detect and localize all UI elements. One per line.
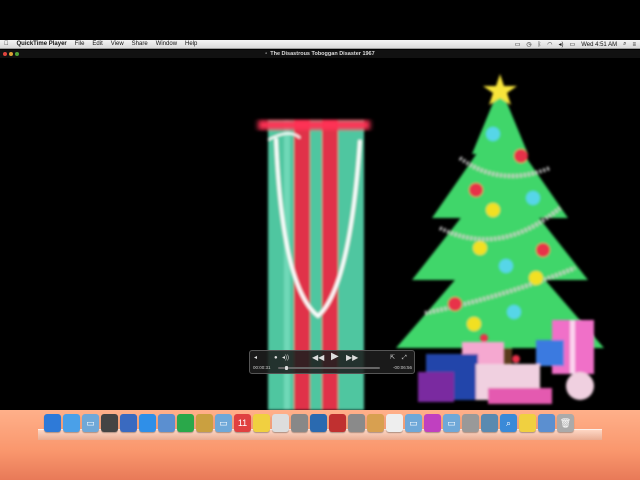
menu-edit[interactable]: Edit [92, 41, 102, 47]
time-machine-icon[interactable]: ◷ [526, 41, 531, 48]
document-icon[interactable] [386, 414, 403, 432]
window-controls [3, 52, 19, 56]
script-editor-icon[interactable] [462, 414, 479, 432]
image-icon[interactable] [481, 414, 498, 432]
play-button[interactable]: ▶ [331, 352, 339, 362]
menu-bar:  QuickTime Player File Edit View Share … [0, 40, 640, 49]
preview-icon[interactable] [120, 414, 137, 432]
close-button[interactable] [3, 52, 7, 56]
finder-icon[interactable] [44, 414, 61, 432]
window-titlebar: ▫ The Disastrous Toboggan Disaster 1967 [0, 50, 640, 58]
display-icon[interactable]: ▭ [515, 41, 521, 48]
dock: ▭ ▭ 11 ▭ ▭ ⌕ 🗑 [38, 412, 602, 440]
rewind-button[interactable]: ◀◀ [312, 354, 324, 362]
itunes-icon[interactable] [424, 414, 441, 432]
menu-help[interactable]: Help [185, 41, 197, 47]
search-icon[interactable]: ⌕ [500, 414, 517, 432]
quicktime-icon[interactable] [310, 414, 327, 432]
mail-icon[interactable] [158, 414, 175, 432]
mail-icon[interactable] [538, 414, 555, 432]
folder-icon[interactable]: ▭ [215, 414, 232, 432]
clock[interactable]: Wed 4:51 AM [581, 42, 617, 48]
spotlight-icon[interactable]: ⌕ [623, 41, 626, 48]
playhead[interactable] [285, 366, 289, 370]
folder-icon[interactable]: ▭ [405, 414, 422, 432]
notes-icon[interactable] [519, 414, 536, 432]
trash-icon[interactable]: 🗑 [557, 414, 574, 432]
dock-items: ▭ ▭ 11 ▭ ▭ ⌕ 🗑 [44, 414, 574, 432]
progress-track[interactable] [278, 366, 380, 370]
zoom-button[interactable] [15, 52, 19, 56]
volume-low-icon[interactable]: ◂ [254, 354, 257, 362]
calendar-icon[interactable]: 11 [234, 414, 251, 432]
minimize-button[interactable] [9, 52, 13, 56]
safari-icon[interactable] [139, 414, 156, 432]
playback-controls: ◂ ● ◂)) ◀◀ ▶ ▶▶ ⇱ ⤢ 00:00:31 -00:06:56 [249, 350, 415, 374]
folder-icon[interactable]: ▭ [82, 414, 99, 432]
photos-icon[interactable] [367, 414, 384, 432]
status-area: ▭ ◷ ᛒ ◠ ◂) ▭ Wed 4:51 AM ⌕ ≡ [509, 40, 636, 49]
document-icon: ▫ [265, 51, 268, 57]
bluetooth-icon[interactable]: ᛒ [538, 42, 542, 48]
dashboard-icon[interactable] [101, 414, 118, 432]
folder-icon[interactable]: ▭ [443, 414, 460, 432]
current-time: 00:00:31 [253, 365, 271, 370]
app-menu[interactable]: QuickTime Player [17, 41, 67, 47]
notifications-icon[interactable]: ≡ [632, 42, 636, 48]
notes-icon[interactable] [253, 414, 270, 432]
wifi-icon[interactable]: ◠ [547, 41, 552, 48]
textedit-icon[interactable] [272, 414, 289, 432]
share-icon[interactable]: ⇱ [390, 354, 395, 362]
window-title: The Disastrous Toboggan Disaster 1967 [270, 51, 375, 57]
photo-booth-icon[interactable] [329, 414, 346, 432]
time-machine-icon[interactable] [291, 414, 308, 432]
app-store-icon[interactable] [63, 414, 80, 432]
battery-icon[interactable]: ▭ [570, 41, 576, 48]
volume-high-icon[interactable]: ◂)) [282, 354, 289, 362]
menu-share[interactable]: Share [132, 41, 148, 47]
photo-icon[interactable] [196, 414, 213, 432]
facetime-icon[interactable] [177, 414, 194, 432]
menu-file[interactable]: File [75, 41, 85, 47]
fast-forward-button[interactable]: ▶▶ [346, 354, 358, 362]
remaining-time: -00:06:56 [393, 365, 413, 370]
menu-view[interactable]: View [111, 41, 124, 47]
apple-icon[interactable]:  [4, 41, 9, 47]
system-preferences-icon[interactable] [348, 414, 365, 432]
menu-window[interactable]: Window [156, 41, 177, 47]
volume-icon[interactable]: ◂) [559, 41, 564, 48]
fullscreen-icon[interactable]: ⤢ [402, 354, 407, 362]
volume-slider[interactable]: ● [274, 354, 278, 362]
